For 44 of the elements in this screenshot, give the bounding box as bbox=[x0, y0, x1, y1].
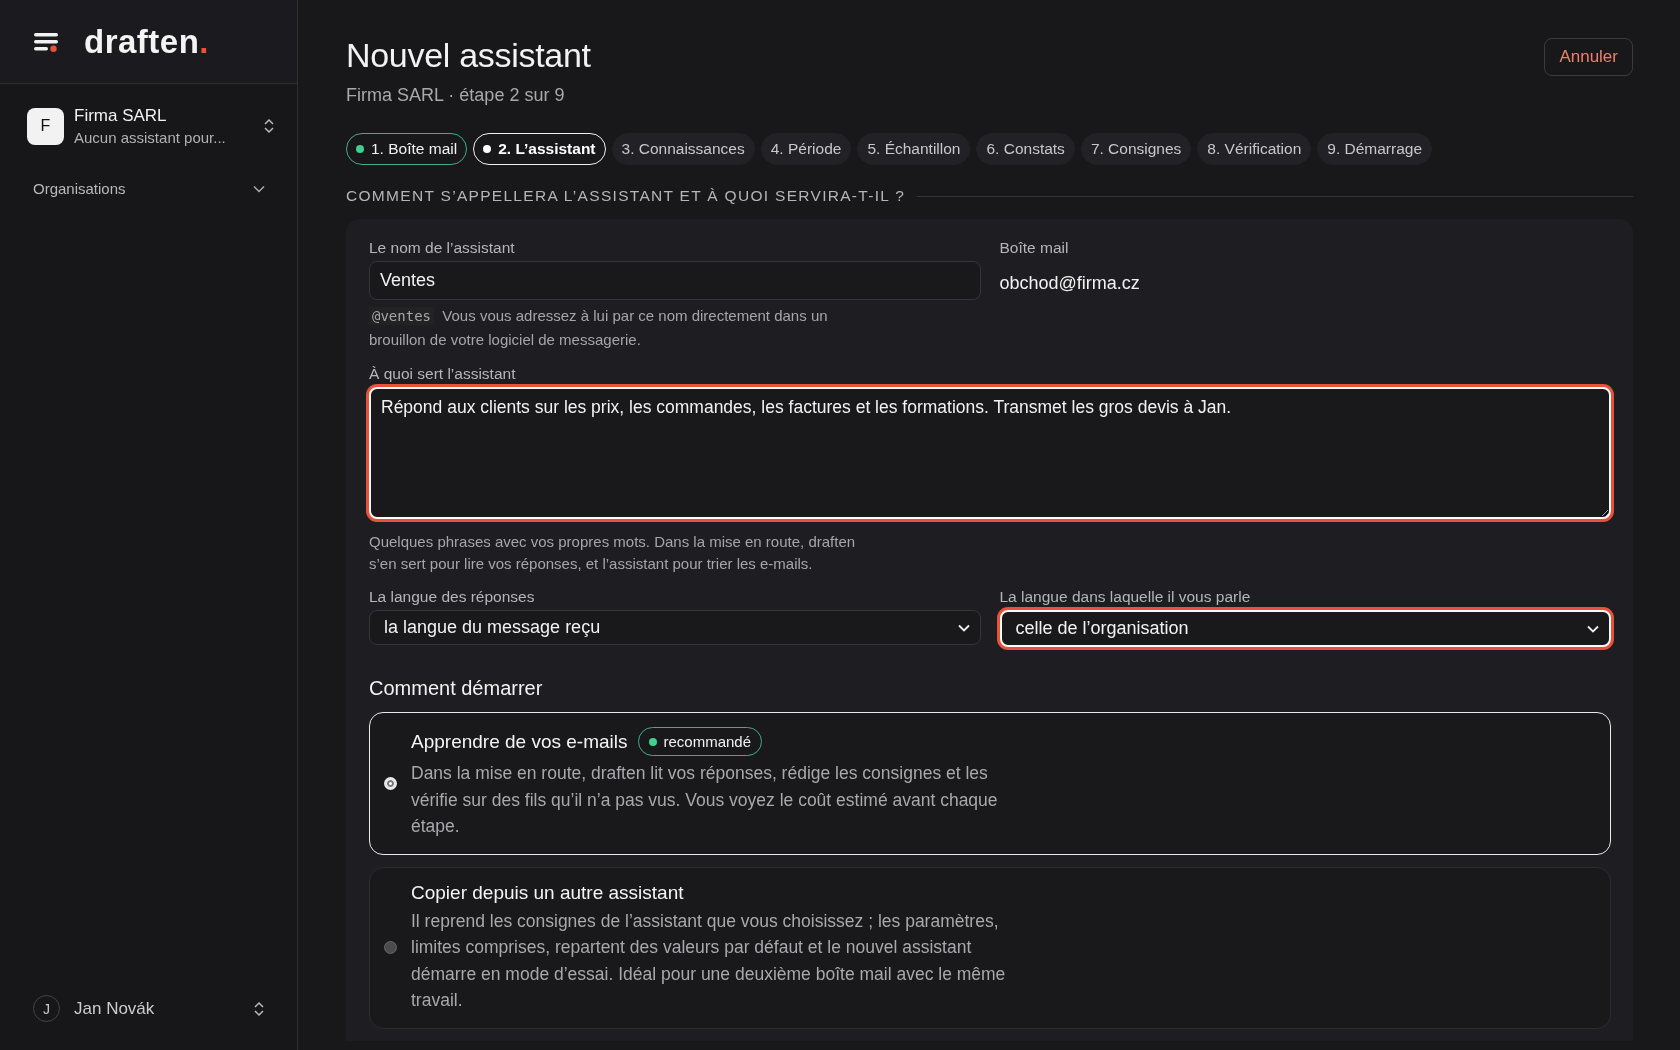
field-label: Le nom de l’assistant bbox=[369, 239, 516, 257]
subsection-heading: Comment démarrer bbox=[369, 677, 544, 700]
org-avatar: F bbox=[27, 107, 64, 145]
page-title: Nouvel assistant bbox=[346, 36, 591, 75]
org-name: Firma SARL bbox=[74, 106, 168, 126]
step-tab[interactable]: 6. Constats bbox=[976, 133, 1075, 165]
chevron-down-icon bbox=[1587, 624, 1599, 633]
step-tab[interactable]: 3. Connaissances bbox=[611, 133, 755, 165]
org-switcher[interactable]: F Firma SARL Aucun assistant pour... bbox=[27, 106, 275, 146]
page-subtitle: Firma SARL · étape 2 sur 9 bbox=[346, 85, 566, 106]
option-title: Copier depuis un autre assistant bbox=[411, 881, 684, 904]
step-tab[interactable]: 8. Vérification bbox=[1197, 133, 1312, 165]
step-tab[interactable]: 4. Période bbox=[760, 133, 852, 165]
option-description: Il reprend les consignes de l’assistant que vous choisissez ; les paramètres, limites comprises, repartent des valeurs par défaut et le nouvel assistant démarre en mode d’essai. Idéal pour une deuxième boîte mail avec le même travail. bbox=[411, 909, 1007, 1012]
user-name: Jan Novák bbox=[74, 998, 156, 1019]
chevron-down-icon bbox=[957, 623, 970, 632]
option-description: Dans la mise en route, draften lit vos réponses, rédige les consignes et les vérifie sur des fils qu’il n’a pas vus. Vous voyez le coût estimé avant chaque étape. bbox=[411, 762, 999, 838]
field-hint: @ventes Vous vous adressez à lui par ce nom directement dans un brouillon de votre logiciel de messagerie. bbox=[369, 306, 829, 350]
field-label: À quoi sert l’assistant bbox=[369, 365, 517, 383]
radio-button[interactable] bbox=[384, 941, 397, 954]
sidebar-section[interactable]: Organisations bbox=[33, 180, 265, 197]
chevron-up-down-icon bbox=[253, 999, 265, 1018]
field-label: La langue dans laquelle il vous parle bbox=[999, 588, 1252, 606]
purpose-textarea[interactable]: Répond aux clients sur les prix, les commandes, les factures et les formations. Transmet les gros devis à Jan. bbox=[369, 387, 1611, 519]
step-tab[interactable]: 7. Consignes bbox=[1080, 133, 1192, 165]
field-label: Boîte mail bbox=[999, 239, 1070, 257]
menu-icon[interactable] bbox=[34, 30, 60, 53]
cancel-button[interactable]: Annuler bbox=[1544, 38, 1633, 76]
logo: draften. bbox=[84, 22, 209, 61]
language-select[interactable]: celle de l’organisation bbox=[999, 610, 1611, 647]
step-tab[interactable]: 9. Démarrage bbox=[1317, 133, 1433, 165]
language-select[interactable]: la langue du message reçu bbox=[369, 610, 981, 645]
user-switcher[interactable]: J Jan Novák bbox=[33, 995, 265, 1022]
option-title: Apprendre de vos e-mails bbox=[411, 730, 628, 753]
start-option[interactable] bbox=[369, 866, 1611, 1029]
org-subtitle: Aucun assistant pour... bbox=[74, 129, 227, 146]
field-hint: Quelques phrases avec vos propres mots. Dans la mise en route, draften s’en sert pour lire vos réponses, et l’assistant pour trier les e-mails. bbox=[369, 532, 857, 574]
step-tab[interactable]: 5. Échantillon bbox=[857, 133, 971, 165]
name-input[interactable]: Ventes bbox=[369, 261, 981, 300]
mailbox-value: obchod@firma.cz bbox=[999, 273, 1141, 294]
start-option[interactable]: Apprendre de vos e-mails recommandé Dans la mise en route, draften lit vos réponses, rédige les consignes et les vérifie sur des fils qu’il n’a pas vus. Vous voyez le coût estimé avant chaque étape. bbox=[369, 712, 1611, 855]
section-heading: COMMENT S’APPELLERA L’ASSISTANT ET À QUOI SERVIRA-T-IL ? bbox=[346, 187, 906, 205]
field-label: La langue des réponses bbox=[369, 588, 536, 606]
chevron-up-down-icon bbox=[263, 117, 275, 135]
